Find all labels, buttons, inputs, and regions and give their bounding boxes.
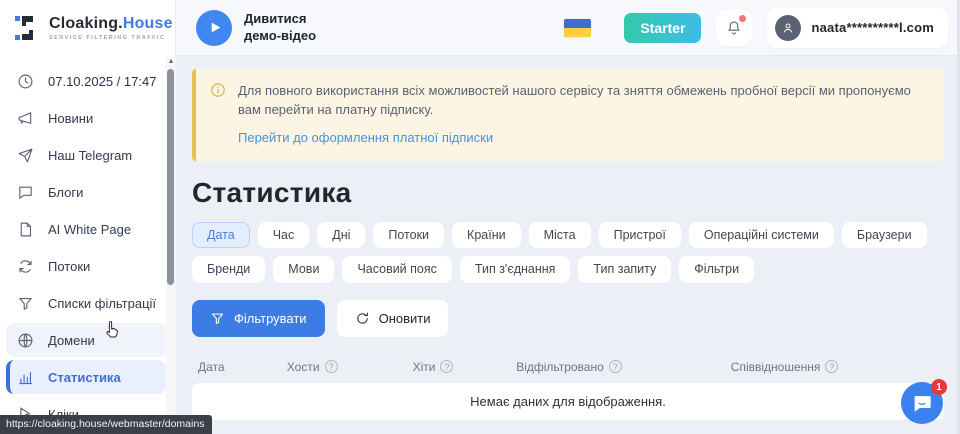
subscription-link[interactable]: Перейти до оформлення платної підписки (238, 130, 493, 145)
avatar (775, 15, 801, 41)
help-icon[interactable]: ? (609, 360, 622, 373)
sync-icon (17, 258, 34, 275)
brand-name: Cloaking.House (49, 15, 173, 33)
chat-icon (911, 392, 933, 414)
column-label: Дата (198, 360, 225, 374)
sidebar-item-chat-bubble[interactable]: Блоги (6, 175, 166, 209)
tab-браузери[interactable]: Браузери (842, 222, 927, 249)
sidebar-item-sync[interactable]: Потоки (6, 249, 166, 283)
main-area: Дивитися демо-відео Starter naata*** (176, 0, 960, 434)
app-window: Cloaking.House SERVICE FILTERING TRAFFIC… (0, 0, 960, 434)
notifications-button[interactable] (716, 10, 752, 46)
megaphone-icon (17, 110, 34, 127)
sidebar-item-label: Статистика (48, 370, 121, 385)
actions-row: Фільтрувати Оновити (192, 300, 944, 337)
play-icon[interactable] (196, 10, 232, 46)
banner-text: Для повного використання всіх можливосте… (238, 82, 928, 120)
info-icon (210, 82, 226, 98)
logo[interactable]: Cloaking.House SERVICE FILTERING TRAFFIC (0, 0, 175, 56)
sidebar-item-label: AI White Page (48, 222, 131, 237)
column-header: Хости? (287, 360, 413, 374)
column-label: Хости (287, 360, 320, 374)
sidebar-item-globe[interactable]: Домени (6, 323, 166, 357)
column-label: Відфільтровано (516, 360, 604, 374)
tab-міста[interactable]: Міста (529, 222, 591, 249)
sidebar: Cloaking.House SERVICE FILTERING TRAFFIC… (0, 0, 176, 434)
sidebar-item-funnel[interactable]: Списки фільтрації (6, 286, 166, 320)
trial-warning-banner: Для повного використання всіх можливосте… (192, 69, 944, 161)
globe-icon (17, 332, 34, 349)
tab-операційні-системи[interactable]: Операційні системи (689, 222, 834, 249)
watch-demo-button[interactable]: Дивитися демо-відео (196, 10, 316, 46)
tab-мови[interactable]: Мови (273, 256, 334, 283)
bar-chart-icon (17, 369, 34, 386)
funnel-icon (17, 295, 34, 312)
scrollbar-thumb[interactable] (167, 69, 174, 285)
sidebar-item-page[interactable]: AI White Page (6, 212, 166, 246)
sidebar-item-bar-chart[interactable]: Статистика (6, 360, 166, 394)
clock-icon (17, 73, 34, 90)
filter-button[interactable]: Фільтрувати (192, 300, 325, 337)
sidebar-item-clock[interactable]: 07.10.2025 / 17:47 (6, 64, 166, 98)
help-icon[interactable]: ? (440, 360, 453, 373)
column-header: Відфільтровано? (516, 360, 731, 374)
tab-тип-з-єднання[interactable]: Тип з'єднання (460, 256, 571, 283)
sidebar-item-label: Новини (48, 111, 93, 126)
tab-потоки[interactable]: Потоки (373, 222, 444, 249)
watch-demo-label: Дивитися демо-відео (244, 11, 316, 45)
column-label: Співвідношення (731, 360, 821, 374)
stats-table-header: ДатаХости?Хіти?Відфільтровано?Співвіднош… (192, 351, 944, 383)
tab-фільтри[interactable]: Фільтри (679, 256, 754, 283)
status-url-tooltip: https://cloaking.house/webmaster/domains (0, 415, 212, 434)
sidebar-item-label: Блоги (48, 185, 83, 200)
tab-дні[interactable]: Дні (317, 222, 365, 249)
sidebar-item-label: Наш Telegram (48, 148, 132, 163)
tab-пристрої[interactable]: Пристрої (599, 222, 681, 249)
tab-бренди[interactable]: Бренди (192, 256, 265, 283)
stats-tabs: Дата Час Дні Потоки Країни Міста Пристрої Опера… (192, 222, 932, 283)
chat-unread-badge: 1 (931, 379, 947, 395)
chat-bubble-icon (17, 184, 34, 201)
person-icon (781, 21, 795, 35)
sidebar-scrollbar[interactable]: ▲ ▼ (166, 56, 176, 434)
sidebar-nav: 07.10.2025 / 17:47 Новини Наш Telegram Блог… (0, 56, 175, 431)
sidebar-item-label: Потоки (48, 259, 90, 274)
funnel-icon (210, 311, 225, 326)
user-email: naata**********l.com (811, 20, 934, 35)
brand-tagline: SERVICE FILTERING TRAFFIC (49, 35, 173, 41)
chat-widget-button[interactable]: 1 (901, 382, 943, 424)
refresh-button[interactable]: Оновити (337, 300, 449, 337)
sidebar-item-telegram[interactable]: Наш Telegram (6, 138, 166, 172)
refresh-icon (355, 311, 370, 326)
column-header: Дата (198, 360, 287, 374)
empty-state: Немає даних для відображення. (192, 383, 944, 420)
user-menu[interactable]: naata**********l.com (767, 8, 948, 48)
sidebar-item-label: Списки фільтрації (48, 296, 156, 311)
language-flag-ukraine[interactable] (564, 19, 591, 37)
scroll-up-icon[interactable]: ▲ (166, 57, 176, 67)
column-label: Хіти (413, 360, 436, 374)
sidebar-item-label: 07.10.2025 / 17:47 (48, 74, 156, 89)
column-header: Хіти? (413, 360, 517, 374)
page-icon (17, 221, 34, 238)
tab-тип-запиту[interactable]: Тип запиту (578, 256, 671, 283)
content: Для повного використання всіх можливосте… (176, 56, 960, 420)
sidebar-item-label: Домени (48, 333, 95, 348)
tab-дата[interactable]: Дата (192, 222, 250, 249)
topbar: Дивитися демо-відео Starter naata*** (176, 0, 960, 56)
plan-badge[interactable]: Starter (624, 13, 701, 43)
column-header: Співвідношення? (731, 360, 938, 374)
tab-час[interactable]: Час (258, 222, 310, 249)
help-icon[interactable]: ? (825, 360, 838, 373)
help-icon[interactable]: ? (325, 360, 338, 373)
telegram-icon (17, 147, 34, 164)
logo-mark-icon (14, 14, 40, 42)
page-title: Статистика (192, 177, 944, 209)
tab-часовий-пояс[interactable]: Часовий пояс (342, 256, 451, 283)
tab-країни[interactable]: Країни (452, 222, 521, 249)
notification-dot (739, 15, 746, 22)
sidebar-item-megaphone[interactable]: Новини (6, 101, 166, 135)
